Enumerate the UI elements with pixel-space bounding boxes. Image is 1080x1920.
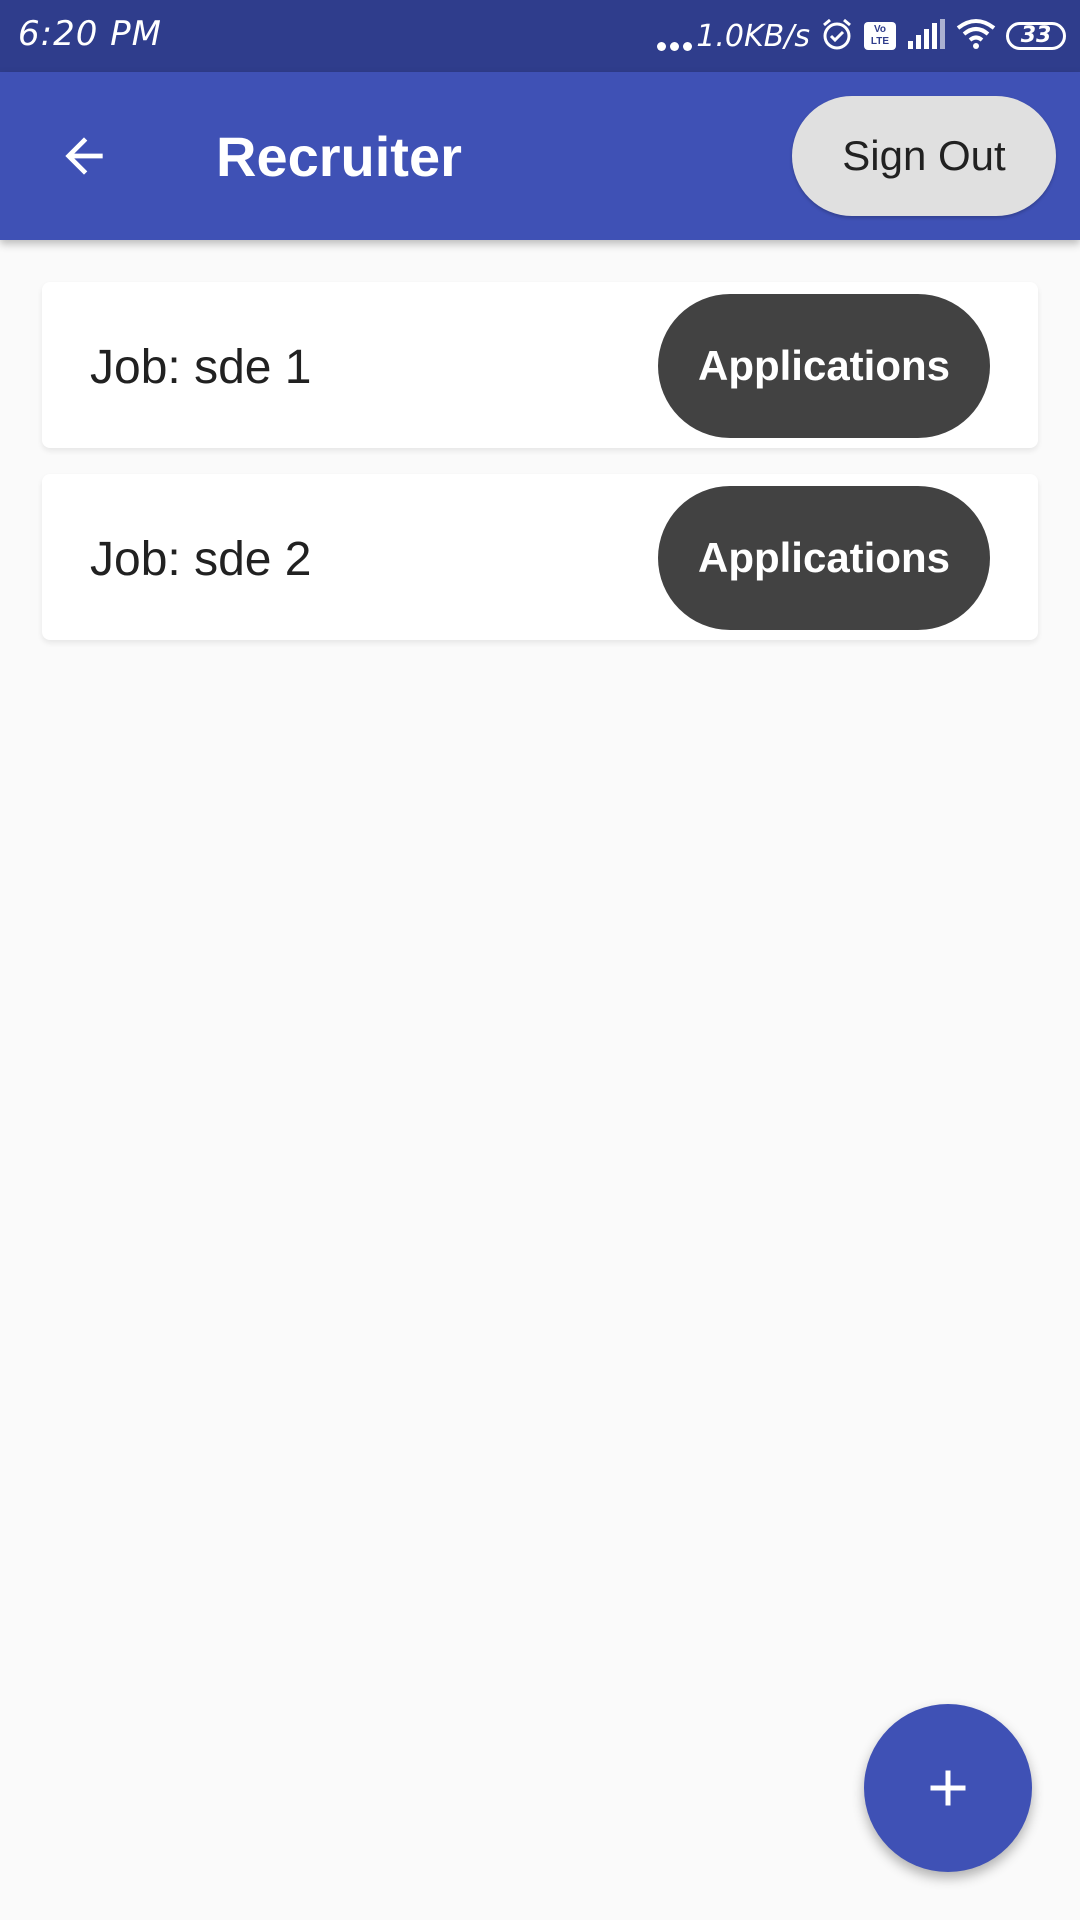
back-button[interactable] [44, 116, 124, 196]
battery-icon: 33 [1006, 22, 1066, 50]
applications-button[interactable]: Applications [658, 486, 990, 630]
sign-out-button[interactable]: Sign Out [792, 96, 1056, 216]
more-dots-icon [657, 21, 693, 51]
volte-icon: Vo LTE [864, 22, 896, 50]
alarm-icon [820, 17, 854, 56]
job-title: Job: sde 2 [90, 533, 312, 586]
job-title: Job: sde 1 [90, 341, 312, 394]
applications-button[interactable]: Applications [658, 294, 990, 438]
arrow-back-icon [65, 137, 103, 175]
job-card: Job: sde 2 Applications [42, 474, 1038, 640]
network-speed: 1.0KB/s [657, 19, 810, 54]
signal-icon [906, 18, 946, 54]
app-bar: Recruiter Sign Out [0, 72, 1080, 240]
wifi-icon [956, 18, 996, 55]
status-bar: 6:20 PM 1.0KB/s Vo LTE 33 [0, 0, 1080, 72]
plus-icon [930, 1770, 966, 1806]
network-speed-text: 1.0KB/s [696, 18, 810, 54]
status-time: 6:20 PM [18, 14, 162, 54]
job-card: Job: sde 1 Applications [42, 282, 1038, 448]
page-title: Recruiter [216, 125, 462, 188]
add-job-fab[interactable] [864, 1704, 1032, 1872]
status-icons: 1.0KB/s Vo LTE 33 [657, 14, 1066, 58]
